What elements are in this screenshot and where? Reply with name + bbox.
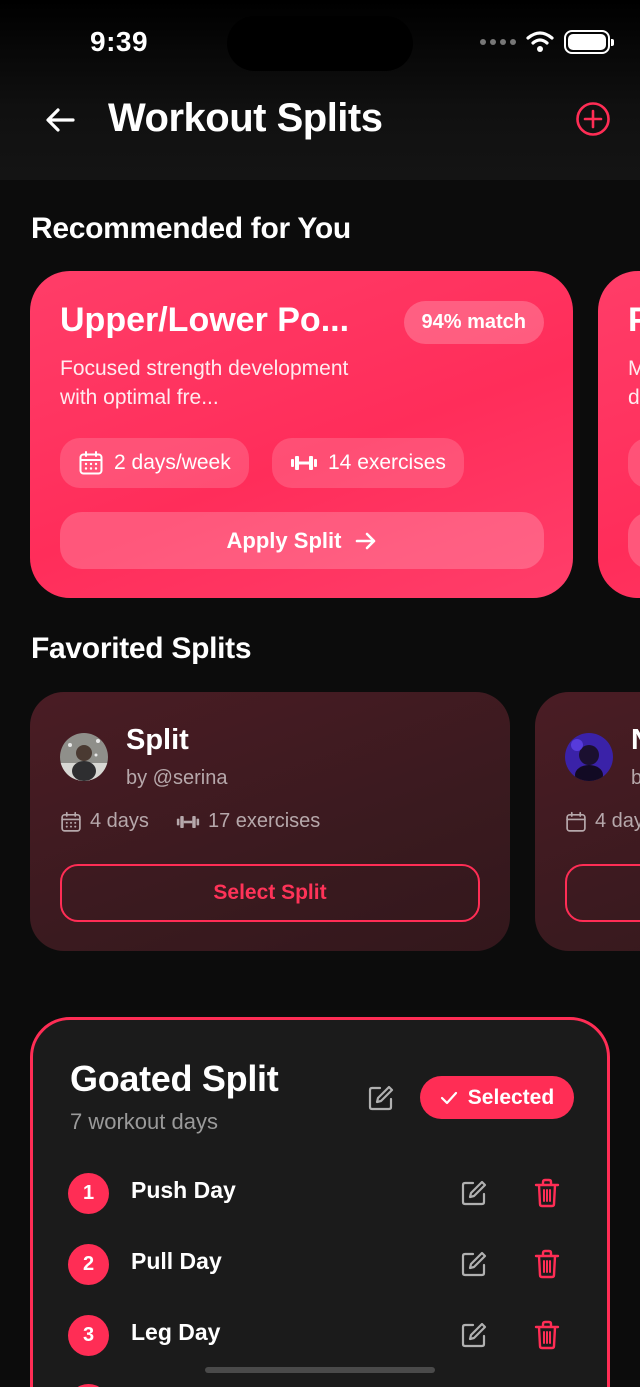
edit-icon[interactable] xyxy=(367,1084,395,1112)
select-split-button-next[interactable] xyxy=(565,864,640,922)
days-chip-next xyxy=(628,438,640,488)
edit-icon[interactable] xyxy=(460,1179,488,1207)
arrow-right-icon xyxy=(356,532,376,549)
back-button[interactable] xyxy=(40,100,80,140)
exercises-chip: 14 exercises xyxy=(272,438,464,488)
favorited-section-title: Favorited Splits xyxy=(31,632,252,665)
calendar-icon xyxy=(566,811,586,832)
arrow-left-icon xyxy=(46,108,75,132)
dynamic-island xyxy=(227,16,413,71)
days-chip-label: 2 days/week xyxy=(114,451,231,474)
exercises-chip-label: 14 exercises xyxy=(328,451,446,474)
day-number: 3 xyxy=(68,1315,109,1356)
avatar xyxy=(565,733,613,781)
recommended-card-next-desc-line2: d xyxy=(628,386,640,409)
favorited-card-next[interactable]: N b 4 day xyxy=(535,692,640,951)
wifi-icon xyxy=(526,31,554,52)
selected-split-card: Goated Split 7 workout days Selected 1 P… xyxy=(30,1017,610,1387)
day-number: 1 xyxy=(68,1173,109,1214)
workout-day-row[interactable]: 3 Leg Day xyxy=(68,1313,578,1357)
day-name: Leg Day xyxy=(131,1319,221,1345)
edit-icon[interactable] xyxy=(460,1250,488,1278)
favorited-card-next-days: 4 day xyxy=(565,810,640,833)
favorited-card-next-days-label: 4 day xyxy=(595,810,640,832)
battery-icon xyxy=(564,30,614,54)
recommended-card-next-desc-line1: M xyxy=(628,357,640,380)
top-bar: 9:39 Workout Splits xyxy=(0,0,640,180)
apply-split-button[interactable]: Apply Split xyxy=(60,512,544,569)
split-subtitle: 7 workout days xyxy=(70,1109,218,1134)
apply-split-label: Apply Split xyxy=(226,527,342,553)
favorited-days-label: 4 days xyxy=(90,810,149,832)
add-split-button[interactable] xyxy=(574,100,612,138)
favorited-exercises-label: 17 exercises xyxy=(208,810,321,832)
calendar-icon xyxy=(79,451,103,475)
dumbbell-icon xyxy=(291,456,317,470)
signal-icon xyxy=(480,39,516,45)
recommended-card-description: Focused strength development with optima… xyxy=(60,357,349,409)
trash-icon[interactable] xyxy=(533,1178,561,1208)
status-icons xyxy=(480,30,614,54)
selected-badge[interactable]: Selected xyxy=(420,1076,574,1119)
edit-icon[interactable] xyxy=(460,1321,488,1349)
recommended-card[interactable]: Upper/Lower Po... 94% match Focused stre… xyxy=(30,271,573,598)
recommended-card-next-title: P xyxy=(628,301,640,339)
trash-icon[interactable] xyxy=(533,1249,561,1279)
status-time: 9:39 xyxy=(90,26,149,57)
favorited-card-next-name: N xyxy=(631,724,640,757)
selected-badge-label: Selected xyxy=(467,1085,555,1109)
day-number: 2 xyxy=(68,1244,109,1285)
recommended-card-title: Upper/Lower Po... xyxy=(60,301,350,339)
favorited-split-name: Split xyxy=(126,724,189,756)
apply-split-button-next[interactable] xyxy=(628,512,640,569)
workout-day-row[interactable]: 1 Push Day xyxy=(68,1171,578,1215)
day-name: Pull Day xyxy=(131,1248,222,1274)
recommended-card-next-desc: M d xyxy=(628,354,640,412)
favorited-exercises: 17 exercises xyxy=(176,810,320,833)
favorited-card[interactable]: Split by @serina 4 days 17 exercises Sel… xyxy=(30,692,510,951)
screen: 9:39 Workout Splits Recommended for You … xyxy=(0,0,640,1387)
favorited-split-author[interactable]: by @serina xyxy=(126,767,227,790)
recommended-section-title: Recommended for You xyxy=(31,212,351,245)
day-name: Push Day xyxy=(131,1177,236,1203)
days-chip: 2 days/week xyxy=(60,438,249,488)
page-title: Workout Splits xyxy=(108,96,383,140)
check-icon xyxy=(440,1091,457,1104)
recommended-card-next[interactable]: P M d xyxy=(598,271,640,598)
calendar-icon xyxy=(61,811,81,832)
workout-day-row[interactable]: 2 Pull Day xyxy=(68,1242,578,1286)
avatar xyxy=(60,733,108,781)
dumbbell-icon xyxy=(176,815,200,828)
match-badge: 94% match xyxy=(403,301,544,344)
favorited-card-next-author: b xyxy=(631,767,640,789)
home-indicator[interactable] xyxy=(205,1367,435,1373)
favorited-days: 4 days xyxy=(60,810,149,833)
trash-icon[interactable] xyxy=(533,1320,561,1350)
split-title: Goated Split xyxy=(70,1058,279,1099)
select-split-button[interactable]: Select Split xyxy=(60,864,480,922)
